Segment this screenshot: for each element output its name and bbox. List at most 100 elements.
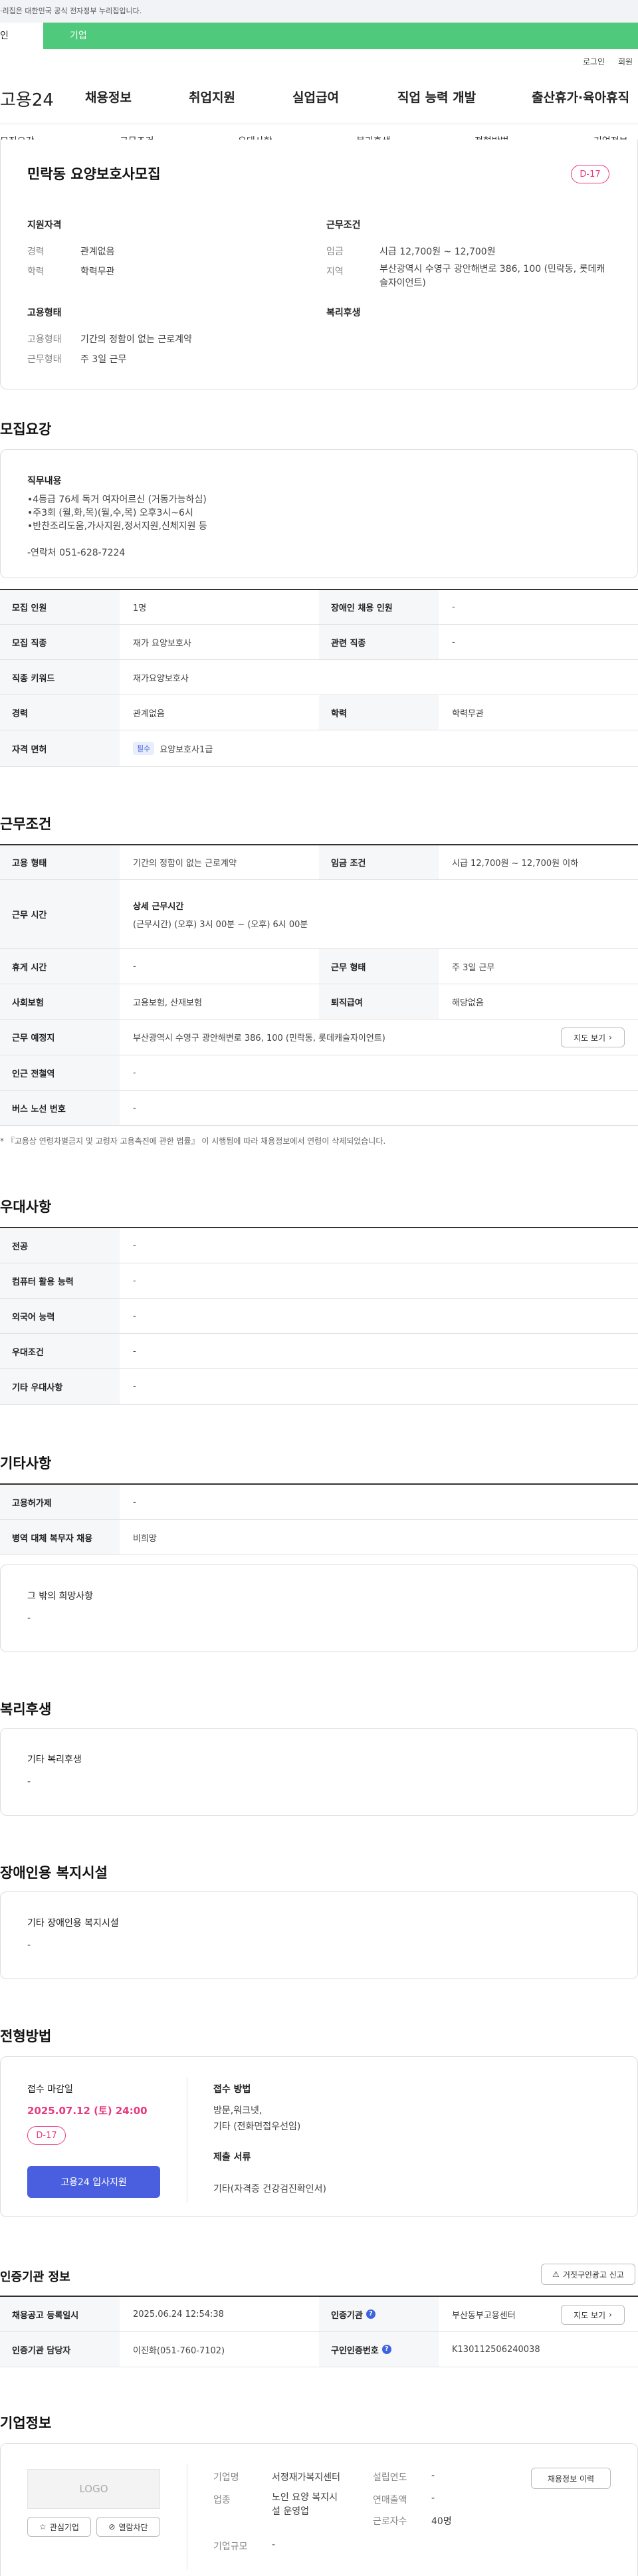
table-cell: 재가요양보호사 bbox=[133, 673, 189, 684]
table-header: 학력 bbox=[319, 695, 439, 730]
company-box: LOGO ☆ 관심기업 ⊘ 열람차단 기업명 서정재가복지센터 업종 노인 요양… bbox=[0, 2443, 638, 2576]
work-time-detail: (근무시간) (오후) 3시 00분 ~ (오후) 6시 00분 bbox=[133, 919, 308, 930]
table-cell: 부산동부고용센터 bbox=[452, 2310, 516, 2321]
table-header: 근무 시간 bbox=[0, 880, 120, 948]
founded-year-value: - bbox=[431, 2470, 435, 2481]
table-cell: 이진화(051-760-7102) bbox=[133, 2345, 225, 2356]
region-label: 지역 bbox=[326, 267, 344, 277]
favorite-label: 관심기업 bbox=[49, 2522, 79, 2532]
table-cell: 학력무관 bbox=[452, 708, 484, 719]
table-row: 버스 노선 번호 - bbox=[0, 1091, 638, 1126]
industry-label: 업종 bbox=[213, 2495, 231, 2506]
table-row: 경력 관계없음 학력 학력무관 bbox=[0, 695, 638, 730]
gnb-item-parental-leave[interactable]: 출산휴가·육아휴직 bbox=[532, 88, 629, 106]
favorite-company-button[interactable]: ☆ 관심기업 bbox=[27, 2517, 91, 2537]
block-icon: ⊘ bbox=[108, 2522, 116, 2531]
preference-table: 전공 - 컴퓨터 활용 능력 - 외국어 능력 - 우대조건 - 기타 우대사항… bbox=[0, 1227, 638, 1405]
chevron-right-icon: › bbox=[609, 1033, 612, 1042]
map-button-label: 지도 보기 bbox=[574, 1033, 606, 1043]
table-header: 사회보험 bbox=[0, 984, 120, 1019]
age-discrimination-note: * 『고용상 연령차별금지 및 고령자 고용촉진에 관한 법률』 이 시행됨에 … bbox=[0, 1136, 386, 1146]
documents-heading: 제출 서류 bbox=[213, 2152, 251, 2163]
section-title-disabled-facility: 장애인용 복지시설 bbox=[0, 1865, 108, 1881]
user-type-tabs: 인 기업 bbox=[0, 23, 638, 49]
table-row: 기타 우대사항 - bbox=[0, 1369, 638, 1405]
section-title-recruit: 모집요강 bbox=[0, 421, 52, 437]
duty-line: •주3회 (월,화,목)(월,수,목) 오후3시~6시 bbox=[27, 508, 193, 518]
apply-button[interactable]: 고용24 입사지원 bbox=[27, 2166, 160, 2198]
company-size-value: - bbox=[272, 2539, 276, 2550]
block-company-button[interactable]: ⊘ 열람차단 bbox=[96, 2517, 160, 2537]
table-header: 인증기관 담당자 bbox=[0, 2332, 120, 2367]
table-cell: 고용보험, 산재보험 bbox=[133, 998, 202, 1008]
help-icon[interactable]: ? bbox=[381, 2345, 391, 2354]
map-button[interactable]: 지도 보기 › bbox=[561, 2305, 625, 2325]
revenue-value: - bbox=[431, 2493, 435, 2504]
career-label: 경력 bbox=[27, 247, 45, 257]
section-title-company: 기업정보 bbox=[0, 2415, 52, 2431]
gnb-item-jobs[interactable]: 채용정보 bbox=[85, 88, 132, 106]
table-cell: K130112506240038 bbox=[452, 2344, 540, 2355]
other-wishes-title: 그 밖의 희망사항 bbox=[27, 1591, 94, 1602]
founded-year-label: 설립연도 bbox=[373, 2472, 407, 2483]
dday-badge: D-17 bbox=[27, 2126, 66, 2145]
gnb-item-job-training[interactable]: 직업 능력 개발 bbox=[397, 88, 476, 106]
deadline-label: 접수 마감일 bbox=[27, 2084, 73, 2095]
map-button[interactable]: 지도 보기 › bbox=[561, 1027, 625, 1047]
duty-line: •반찬조리도움,가사지원,정서지원,신체지원 등 bbox=[27, 521, 207, 532]
gnb-item-unemployment-benefit[interactable]: 실업급여 bbox=[292, 88, 339, 106]
etc-table: 고용허가제 - 병역 대체 복무자 채용 비희망 bbox=[0, 1483, 638, 1555]
report-icon: ⚠ bbox=[552, 2270, 560, 2279]
wage-label: 임금 bbox=[326, 247, 344, 257]
job-history-button[interactable]: 채용정보 이력 bbox=[531, 2468, 611, 2489]
work-form-value: 주 3일 근무 bbox=[80, 354, 127, 365]
table-cell: 기간의 정함이 없는 근로계약 bbox=[133, 859, 237, 869]
tab-individual[interactable]: 인 bbox=[0, 23, 43, 49]
welfare-box: 기타 복리후생 - bbox=[0, 1728, 638, 1816]
table-cell: 부산광역시 수영구 광안해변로 386, 100 (민락동, 롯데캐슬자이언트) bbox=[133, 1033, 385, 1043]
table-row: 모집 직종 재가 요양보호사 관련 직종 - bbox=[0, 625, 638, 660]
disabled-facility-box-title: 기타 장애인용 복지시설 bbox=[27, 1918, 119, 1929]
method-heading: 접수 방법 bbox=[213, 2084, 251, 2095]
duty-contact: -연락처 051-628-7224 bbox=[27, 548, 126, 558]
table-row: 휴게 시간 - 근무 형태 주 3일 근무 bbox=[0, 949, 638, 984]
table-cell: 시급 12,700원 ~ 12,700원 이하 bbox=[452, 859, 579, 869]
company-size-label: 기업규모 bbox=[213, 2541, 248, 2552]
education-value: 학력무관 bbox=[80, 267, 115, 277]
site-logo[interactable]: 고용24 bbox=[0, 86, 54, 111]
join-link[interactable]: 회원 bbox=[618, 56, 633, 67]
table-cell: 주 3일 근무 bbox=[452, 962, 495, 973]
table-header: 관련 직종 bbox=[319, 625, 439, 659]
table-header: 장애인 채용 인원 bbox=[319, 590, 439, 624]
table-header: 컴퓨터 활용 능력 bbox=[0, 1263, 120, 1298]
table-row: 우대조건 - bbox=[0, 1334, 638, 1369]
company-name-label: 기업명 bbox=[213, 2472, 239, 2483]
login-link[interactable]: 로그인 bbox=[583, 56, 605, 67]
table-header: 외국어 능력 bbox=[0, 1299, 120, 1333]
cert-org-header-label: 인증기관 bbox=[331, 2310, 363, 2321]
table-cell: 1명 bbox=[133, 603, 147, 613]
welfare-box-value: - bbox=[27, 1776, 31, 1787]
block-label: 열람차단 bbox=[118, 2522, 148, 2532]
table-cell: 관계없음 bbox=[133, 708, 165, 719]
conditions-heading: 근무조건 bbox=[326, 220, 361, 231]
section-title-preference: 우대사항 bbox=[0, 1199, 52, 1215]
section-title-selection: 전형방법 bbox=[0, 2028, 52, 2044]
table-cell: - bbox=[133, 1346, 136, 1356]
company-name-value: 서정재가복지센터 bbox=[272, 2472, 341, 2483]
report-fake-ad-button[interactable]: ⚠ 거짓구인광고 신고 bbox=[541, 2264, 635, 2285]
table-cell: - bbox=[133, 1275, 136, 1286]
tab-company[interactable]: 기업 bbox=[43, 23, 638, 49]
table-cell: - bbox=[133, 1497, 136, 1507]
cert-number-header-label: 구인인증번호 bbox=[331, 2345, 379, 2356]
employment-type-label: 고용형태 bbox=[27, 334, 62, 345]
table-row: 전공 - bbox=[0, 1228, 638, 1263]
table-cell: 상세 근무시간 (근무시간) (오후) 3시 00분 ~ (오후) 6시 00분 bbox=[120, 880, 638, 948]
help-icon[interactable]: ? bbox=[366, 2309, 375, 2319]
table-cell: - bbox=[133, 1240, 136, 1251]
disabled-facility-box: 기타 장애인용 복지시설 - bbox=[0, 1891, 638, 1979]
table-cell: - bbox=[452, 602, 455, 612]
gnb-item-employment-support[interactable]: 취업지원 bbox=[189, 88, 235, 106]
work-table: 고용 형태 기간의 정함이 없는 근로계약 임금 조건 시급 12,700원 ~… bbox=[0, 844, 638, 1126]
welfare-box-title: 기타 복리후생 bbox=[27, 1755, 82, 1765]
